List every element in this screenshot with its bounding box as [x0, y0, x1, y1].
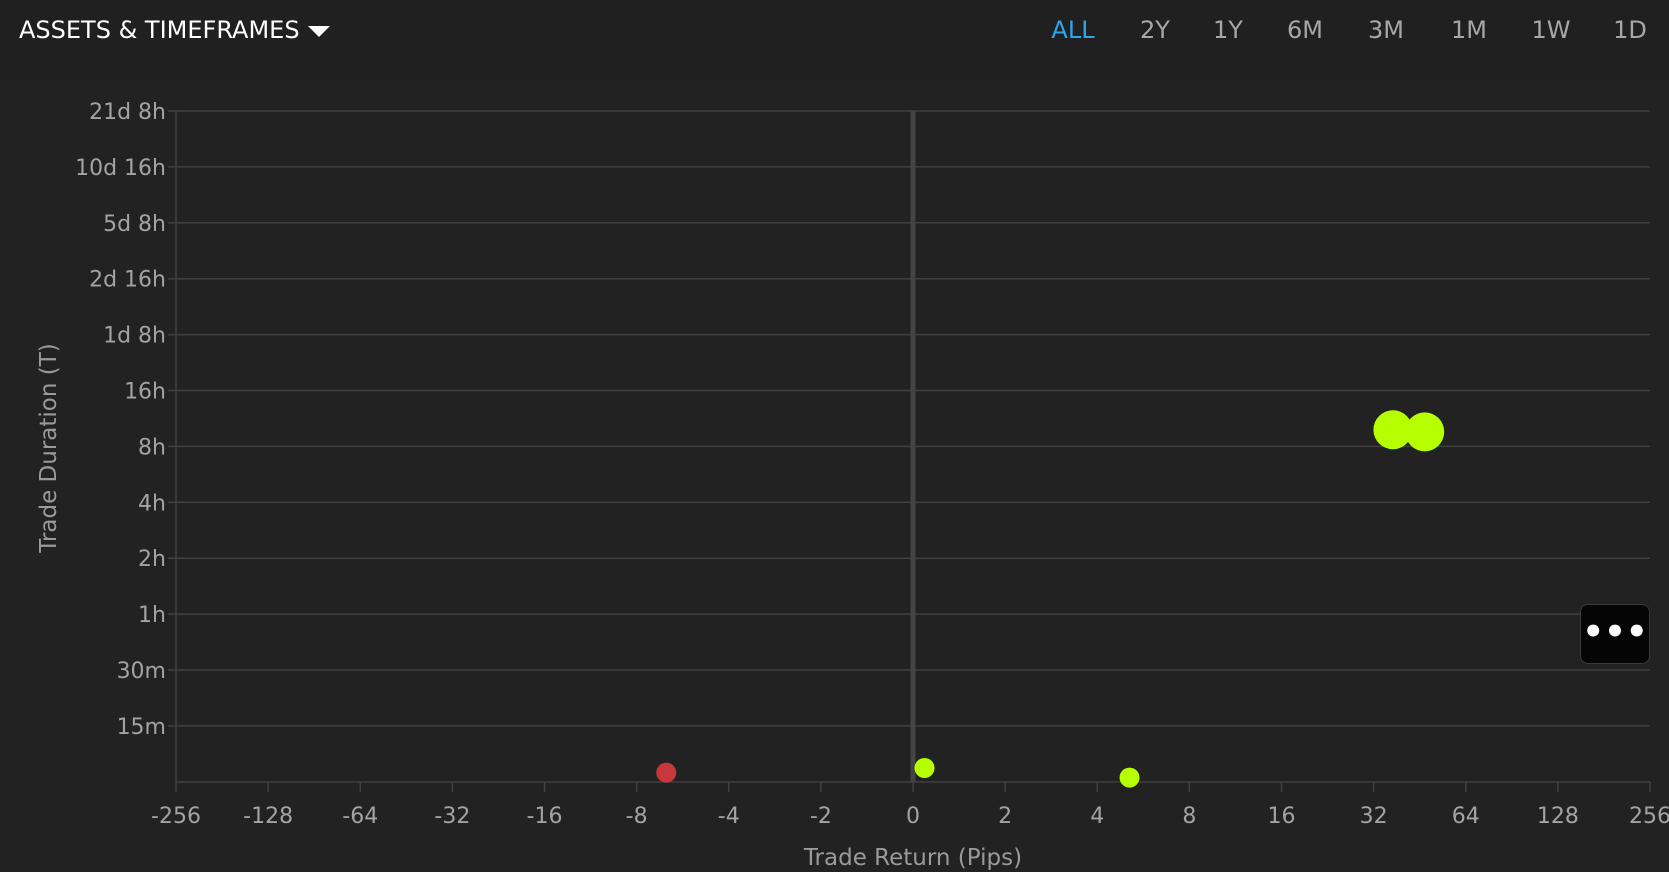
scatter-chart: 21d 8h 10d 16h 5d 8h 2d 16h 1d 8h 16h 8h 4h 2h 1h…	[36, 100, 1669, 871]
data-points	[656, 410, 1445, 788]
x-tick-label: -4	[718, 804, 740, 829]
x-tick-label: 32	[1360, 804, 1388, 829]
scatter-point-win[interactable]	[914, 757, 935, 778]
y-tick-label: 2d 16h	[89, 268, 166, 293]
axes: 21d 8h 10d 16h 5d 8h 2d 16h 1d 8h 16h 8h 4h 2h 1h…	[75, 100, 1669, 829]
x-tick-label: -64	[342, 804, 378, 829]
x-tick-label: 2	[998, 804, 1012, 829]
x-tick-label: 16	[1268, 804, 1296, 829]
y-axis-label: Trade Duration (T)	[36, 343, 62, 553]
y-tick-label: 1h	[138, 603, 166, 628]
x-tick-label: -16	[527, 804, 563, 829]
y-tick-label: 30m	[117, 659, 166, 684]
x-tick-label: -256	[151, 804, 201, 829]
x-tick-label: 8	[1182, 804, 1196, 829]
y-tick-label: 15m	[117, 715, 166, 740]
app-window: ASSETS & TIMEFRAMES ALL 2Y 1Y 6M 3M 1M 1…	[0, 0, 1669, 872]
y-tick-label: 8h	[138, 435, 166, 460]
y-tick-label: 16h	[124, 380, 166, 405]
more-options-button[interactable]: •••	[1580, 604, 1650, 664]
y-tick-label: 5d 8h	[103, 212, 166, 237]
x-tick-label: 64	[1452, 804, 1480, 829]
x-tick-label: -128	[243, 804, 293, 829]
y-tick-label: 1d 8h	[103, 324, 166, 349]
x-axis-label: Trade Return (Pips)	[803, 845, 1022, 871]
x-tick-label: 4	[1090, 804, 1104, 829]
scatter-point-loss[interactable]	[656, 762, 677, 783]
scatter-point-win[interactable]	[1119, 767, 1140, 788]
x-tick-label: 256	[1629, 804, 1669, 829]
y-tick-label: 10d 16h	[75, 156, 166, 181]
y-tick-label: 2h	[138, 547, 166, 572]
x-tick-label: 0	[906, 804, 920, 829]
scatter-point-win[interactable]	[1405, 412, 1445, 452]
x-tick-label: -2	[810, 804, 832, 829]
x-tick-label: -32	[434, 804, 470, 829]
y-tick-label: 21d 8h	[89, 100, 166, 125]
x-tick-label: 128	[1537, 804, 1579, 829]
x-tick-label: -8	[626, 804, 648, 829]
y-tick-label: 4h	[138, 491, 166, 516]
